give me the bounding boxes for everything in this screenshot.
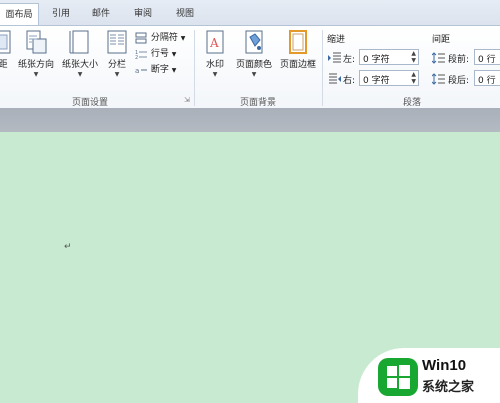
svg-text:A: A — [209, 36, 219, 50]
chevron-down-icon: ▼ — [171, 67, 177, 74]
watermark-icon: A — [206, 30, 224, 54]
spacing-header: 间距 — [432, 35, 451, 45]
indent-right-value[interactable]: 0 字符 — [363, 73, 390, 86]
chevron-down-icon: ▼ — [180, 35, 186, 42]
indent-left-icon — [328, 52, 341, 63]
spacing-before-spinner[interactable]: 0 行 — [474, 49, 500, 65]
page-borders-label: 页面边框 — [279, 60, 316, 70]
indent-right-spinner[interactable]: 0 字符 ▲ ▼ — [359, 70, 419, 86]
orientation-icon — [26, 30, 47, 54]
watermark-label: 水印 — [205, 60, 224, 70]
indent-left-spinner[interactable]: 0 字符 ▲ ▼ — [359, 49, 419, 65]
hyphenation-label: 断字 — [150, 65, 169, 75]
chevron-down-icon: ▼ — [171, 51, 177, 58]
page-setup-group-label: 页面设置 — [71, 98, 108, 108]
indent-left-label: 左: — [343, 55, 356, 65]
margins-label: 距 — [0, 60, 8, 70]
spacing-before-icon — [432, 52, 445, 64]
page-color-button[interactable]: 页面颜色 ▼ — [232, 29, 276, 78]
watermark-title: Win10 — [422, 357, 467, 374]
page-color-icon — [245, 30, 263, 54]
ruler-gap — [0, 108, 500, 132]
chevron-down-icon: ▼ — [114, 71, 120, 78]
group-divider — [194, 30, 195, 106]
spacing-after-label: 段后: — [448, 76, 470, 86]
breaks-label: 分隔符 — [150, 33, 178, 43]
orientation-button[interactable]: 纸张方向 ▼ — [14, 29, 58, 78]
page-borders-button[interactable]: 页面边框 — [276, 29, 320, 70]
dialog-launcher-icon[interactable]: ⇲ — [184, 96, 190, 104]
margins-button[interactable]: 距 — [0, 29, 14, 70]
chevron-down-icon: ▼ — [77, 71, 83, 78]
line-numbers-label: 行号 — [150, 49, 169, 59]
line-numbers-icon: 12 — [135, 50, 147, 61]
group-divider — [322, 30, 323, 106]
paragraph-mark: ↵ — [64, 242, 72, 252]
page-color-label: 页面颜色 — [235, 60, 272, 70]
orientation-label: 纸张方向 — [17, 60, 54, 70]
tab-view[interactable]: 视图 — [172, 6, 198, 23]
page-borders-icon — [289, 30, 307, 54]
win10-logo-icon — [378, 358, 418, 396]
indent-left-value[interactable]: 0 字符 — [363, 52, 390, 65]
spin-down-icon[interactable]: ▼ — [411, 79, 416, 85]
tab-mailings[interactable]: 邮件 — [88, 6, 114, 23]
chevron-down-icon: ▼ — [33, 71, 39, 78]
breaks-icon — [135, 32, 147, 43]
size-label: 纸张大小 — [61, 60, 98, 70]
site-watermark: Win10 系统之家 — [358, 348, 500, 403]
page-background-group-label: 页面背景 — [239, 98, 276, 108]
ribbon: 距 纸张方向 ▼ 纸张大小 ▼ 分栏 ▼ 分隔符 ▼ 1 2 行号 ▼ a 断字… — [0, 25, 500, 109]
columns-button[interactable]: 分栏 ▼ — [104, 29, 130, 78]
tab-page-layout[interactable]: 面布局 — [0, 3, 39, 27]
hyphenation-icon: a — [135, 67, 147, 75]
size-button[interactable]: 纸张大小 ▼ — [58, 29, 102, 78]
columns-label: 分栏 — [107, 60, 126, 70]
ribbon-tab-bar: 面布局 引用 邮件 审阅 视图 — [0, 0, 500, 27]
svg-text:a: a — [135, 67, 139, 75]
tab-references[interactable]: 引用 — [48, 6, 74, 23]
spacing-after-value[interactable]: 0 行 — [478, 73, 496, 86]
indent-right-icon — [329, 73, 341, 84]
indent-header: 缩进 — [327, 35, 346, 45]
paragraph-group-label: 段落 — [402, 98, 421, 108]
indent-right-label: 右: — [343, 76, 356, 86]
spin-down-icon[interactable]: ▼ — [411, 58, 416, 64]
spacing-after-spinner[interactable]: 0 行 — [474, 70, 500, 86]
line-numbers-button[interactable]: 12 行号 ▼ — [135, 47, 176, 61]
watermark-button[interactable]: A 水印 ▼ — [201, 29, 229, 78]
watermark-subtitle: 系统之家 — [422, 380, 475, 395]
columns-icon — [107, 30, 127, 54]
margins-icon — [0, 30, 11, 54]
svg-text:2: 2 — [135, 55, 138, 60]
hyphenation-button[interactable]: a 断字 ▼ — [135, 63, 176, 77]
page-size-icon — [69, 30, 89, 54]
chevron-down-icon: ▼ — [212, 71, 218, 78]
breaks-button[interactable]: 分隔符 ▼ — [135, 31, 185, 45]
spacing-before-label: 段前: — [448, 55, 470, 65]
chevron-down-icon: ▼ — [251, 71, 257, 78]
spacing-before-value[interactable]: 0 行 — [478, 52, 496, 65]
spacing-after-icon — [432, 73, 445, 85]
tab-review[interactable]: 审阅 — [130, 6, 156, 23]
